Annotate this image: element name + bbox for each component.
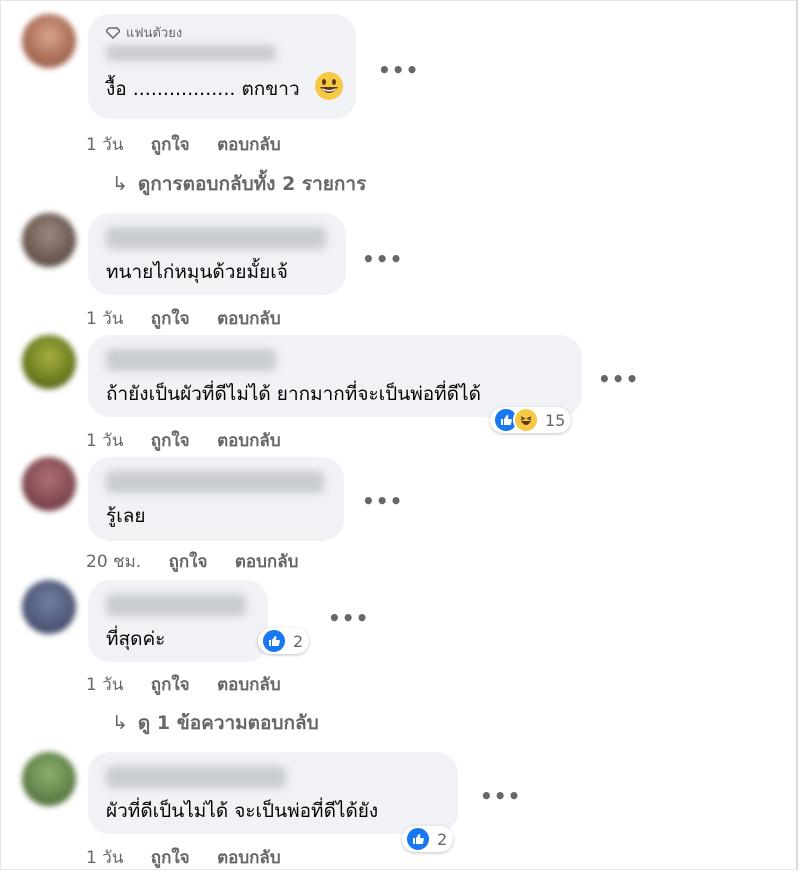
comment-time[interactable]: 1 วัน	[86, 671, 123, 698]
reaction-count: 2	[437, 829, 448, 849]
comment-bubble: ถ้ายังเป็นผัวที่ดีไม่ได้ ยากมากที่จะเป็น…	[88, 335, 582, 417]
fan-badge-label: แฟนตัวยง	[126, 26, 183, 41]
author-name-blurred[interactable]	[106, 594, 246, 616]
reaction-summary[interactable]: 15	[490, 407, 572, 433]
comment-meta: 1 วัน ถูกใจ ตอบกลับ	[86, 427, 303, 454]
more-options-button[interactable]: •••	[362, 247, 403, 271]
comment-time[interactable]: 20 ชม.	[86, 548, 141, 575]
comment-time[interactable]: 1 วัน	[86, 844, 123, 871]
like-button[interactable]: ถูกใจ	[151, 671, 190, 698]
grinning-face-emoji-icon	[314, 71, 344, 108]
more-options-button[interactable]: •••	[378, 58, 419, 82]
avatar[interactable]	[22, 213, 76, 267]
author-name-blurred[interactable]	[106, 227, 326, 249]
reply-arrow-icon: ↳	[112, 173, 128, 195]
like-button[interactable]: ถูกใจ	[169, 548, 208, 575]
comment-text: ที่สุดค่ะ	[106, 628, 166, 650]
comment-bubble: ทนายไก่หมุนด้วยมั้ยเจ้	[88, 213, 346, 295]
like-icon	[405, 826, 431, 852]
avatar[interactable]	[22, 580, 76, 634]
like-button[interactable]: ถูกใจ	[151, 427, 190, 454]
comment-time[interactable]: 1 วัน	[86, 131, 123, 158]
comment-text: งื้อ ................. ตกขาว	[106, 71, 343, 108]
reply-button[interactable]: ตอบกลับ	[217, 131, 281, 158]
reply-button[interactable]: ตอบกลับ	[217, 427, 281, 454]
author-name-blurred[interactable]	[106, 471, 324, 493]
comment-bubble: ผัวที่ดีเป็นไม่ได้ จะเป็นพ่อที่ดีได้ยัง	[88, 752, 458, 834]
more-options-button[interactable]: •••	[598, 367, 639, 391]
avatar[interactable]	[22, 335, 76, 389]
reply-button[interactable]: ตอบกลับ	[235, 548, 299, 575]
haha-icon	[513, 407, 539, 433]
diamond-icon	[106, 26, 120, 39]
reply-button[interactable]: ตอบกลับ	[217, 844, 281, 871]
comment-time[interactable]: 1 วัน	[86, 305, 123, 332]
view-replies-link[interactable]: ↳ ดูการตอบกลับทั้ง 2 รายการ	[112, 169, 366, 199]
like-button[interactable]: ถูกใจ	[151, 305, 190, 332]
reaction-summary[interactable]: 2	[258, 628, 310, 654]
more-options-button[interactable]: •••	[328, 606, 369, 630]
reaction-summary[interactable]: 2	[402, 826, 454, 852]
comment-bubble: ที่สุดค่ะ	[88, 580, 268, 662]
comment-meta: 1 วัน ถูกใจ ตอบกลับ	[86, 131, 303, 158]
reply-arrow-icon: ↳	[112, 712, 128, 734]
comment-time[interactable]: 1 วัน	[86, 427, 123, 454]
comment-text: รู้เลย	[106, 505, 146, 527]
more-options-button[interactable]: •••	[362, 489, 403, 513]
avatar[interactable]	[22, 457, 76, 511]
more-options-button[interactable]: •••	[480, 784, 521, 808]
author-name-blurred[interactable]	[106, 349, 276, 371]
comment-text: ทนายไก่หมุนด้วยมั้ยเจ้	[106, 261, 288, 283]
comment-meta: 20 ชม. ถูกใจ ตอบกลับ	[86, 548, 320, 575]
comment-meta: 1 วัน ถูกใจ ตอบกลับ	[86, 844, 303, 871]
avatar[interactable]	[22, 14, 76, 68]
like-button[interactable]: ถูกใจ	[151, 131, 190, 158]
comment-text: ถ้ายังเป็นผัวที่ดีไม่ได้ ยากมากที่จะเป็น…	[106, 383, 481, 405]
like-icon	[261, 628, 287, 654]
comment-meta: 1 วัน ถูกใจ ตอบกลับ	[86, 305, 303, 332]
reply-button[interactable]: ตอบกลับ	[217, 305, 281, 332]
avatar[interactable]	[22, 752, 76, 806]
view-replies-link[interactable]: ↳ ดู 1 ข้อความตอบกลับ	[112, 708, 319, 738]
fan-badge: แฟนตัวยง	[106, 22, 338, 43]
comment-meta: 1 วัน ถูกใจ ตอบกลับ	[86, 671, 303, 698]
reaction-count: 15	[545, 410, 566, 430]
comment-bubble: แฟนตัวยง งื้อ ................. ตกขาว	[88, 14, 356, 119]
comment-text: ผัวที่ดีเป็นไม่ได้ จะเป็นพ่อที่ดีได้ยัง	[106, 800, 379, 822]
reaction-count: 2	[293, 631, 304, 651]
comment-bubble: รู้เลย	[88, 457, 344, 541]
author-name-blurred[interactable]	[106, 766, 286, 788]
author-name-blurred[interactable]	[106, 45, 276, 61]
like-button[interactable]: ถูกใจ	[151, 844, 190, 871]
reply-button[interactable]: ตอบกลับ	[217, 671, 281, 698]
